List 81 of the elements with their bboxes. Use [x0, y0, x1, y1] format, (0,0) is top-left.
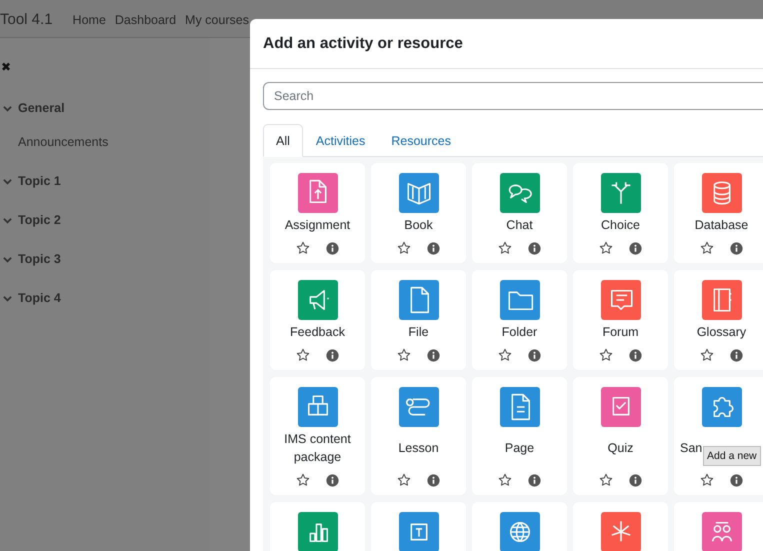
section-title[interactable]: Topic 3 — [18, 252, 61, 266]
chevron-icon[interactable] — [3, 294, 12, 302]
tab[interactable]: Activities — [302, 124, 378, 156]
nav-link[interactable]: Home — [72, 11, 106, 27]
star-icon[interactable] — [599, 473, 613, 487]
activity-card[interactable]: File — [371, 270, 466, 370]
modal-title: Add an activity or resource — [263, 34, 463, 52]
chevron-icon[interactable] — [3, 176, 12, 186]
star-icon[interactable] — [599, 348, 613, 362]
info-icon[interactable] — [730, 474, 743, 486]
activity-name: Glossary — [696, 324, 746, 341]
activity-name: Feedback — [290, 324, 345, 341]
activity-card[interactable]: Quiz — [573, 377, 668, 495]
section-link[interactable]: Announcements — [18, 135, 210, 149]
activity-card[interactable]: Feedback — [270, 270, 365, 370]
section-title[interactable]: Topic 4 — [18, 291, 61, 305]
info-icon[interactable] — [629, 348, 642, 362]
star-icon[interactable] — [498, 241, 512, 255]
nav-link[interactable]: Dashboard — [114, 11, 176, 27]
info-icon[interactable] — [427, 242, 440, 254]
nav-link[interactable]: My courses — [185, 11, 249, 27]
activity-card[interactable]: Page — [472, 377, 567, 495]
star-icon[interactable] — [700, 348, 714, 362]
star-icon[interactable] — [296, 241, 310, 255]
info-icon[interactable] — [326, 474, 339, 486]
star-icon[interactable] — [599, 241, 613, 255]
info-icon[interactable] — [629, 242, 642, 254]
activity-name: Quiz — [608, 440, 634, 457]
star-icon[interactable] — [296, 348, 310, 362]
star-icon[interactable] — [296, 473, 310, 487]
section-title[interactable]: Topic 2 — [18, 213, 61, 227]
tooltip: Add a new — [703, 446, 761, 466]
site-name[interactable]: Tool 4.1 — [0, 11, 53, 28]
section-title[interactable]: General — [18, 101, 65, 115]
activity-name: Page — [504, 440, 534, 457]
activity-name: Forum — [602, 324, 639, 341]
activity-name: Assignment — [284, 217, 350, 234]
star-icon[interactable] — [397, 348, 411, 362]
activity-name: Lesson — [398, 440, 439, 457]
close-icon[interactable]: ✖ — [1, 60, 13, 74]
info-icon[interactable] — [629, 474, 642, 486]
star-icon[interactable] — [397, 241, 411, 255]
activity-card[interactable]: Choice — [573, 163, 668, 263]
info-icon[interactable] — [528, 474, 541, 486]
star-icon[interactable] — [700, 473, 714, 487]
info-icon[interactable] — [427, 474, 440, 486]
info-icon[interactable] — [730, 348, 743, 362]
activity-name: IMS content package — [283, 431, 352, 466]
activity-card[interactable]: Database — [674, 163, 763, 263]
activity-card[interactable]: Assignment — [270, 163, 365, 263]
activity-name: File — [408, 324, 429, 341]
star-icon[interactable] — [498, 473, 512, 487]
section-title[interactable]: Topic 1 — [18, 174, 61, 188]
activity-card[interactable]: Folder — [472, 270, 567, 370]
info-icon[interactable] — [326, 242, 339, 254]
info-icon[interactable] — [528, 348, 541, 362]
chevron-icon[interactable] — [3, 254, 12, 264]
activity-name: Database — [694, 217, 748, 234]
tab[interactable]: Resources — [378, 124, 464, 156]
activity-card[interactable]: Forum — [573, 270, 668, 370]
activity-name: Folder — [502, 324, 538, 341]
activity-name: Choice — [601, 217, 640, 234]
activity-card[interactable]: IMS content package — [270, 377, 365, 495]
activity-name: Book — [404, 217, 433, 234]
activity-card[interactable]: Book — [371, 163, 466, 263]
star-icon[interactable] — [498, 348, 512, 362]
chevron-icon[interactable] — [3, 104, 12, 112]
info-icon[interactable] — [730, 242, 743, 254]
star-icon[interactable] — [700, 241, 714, 255]
activity-card[interactable]: Glossary — [674, 270, 763, 370]
search-field[interactable]: Search — [263, 82, 763, 110]
activity-card[interactable]: Lesson — [371, 377, 466, 495]
activity-card[interactable]: Chat — [472, 163, 567, 263]
tab[interactable]: All — [263, 124, 303, 157]
activity-name: San — [680, 440, 702, 457]
info-icon[interactable] — [427, 348, 440, 362]
info-icon[interactable] — [326, 348, 339, 362]
star-icon[interactable] — [397, 473, 411, 487]
activity-name: Chat — [506, 217, 533, 234]
info-icon[interactable] — [528, 242, 541, 254]
chevron-icon[interactable] — [3, 216, 12, 224]
